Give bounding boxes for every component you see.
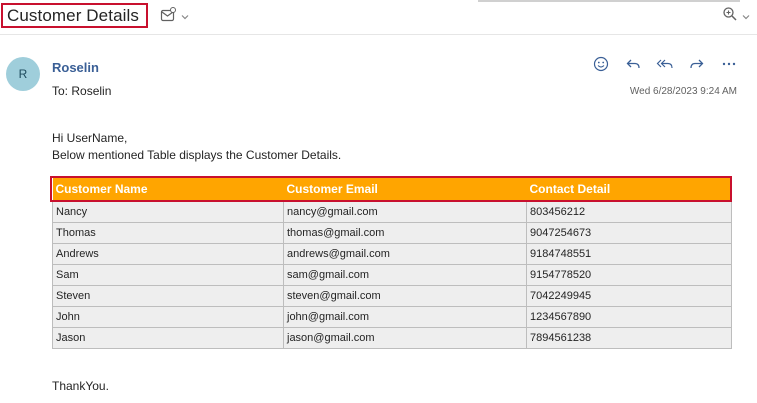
contact-detail-cell: 9154778520 — [526, 264, 732, 286]
header-divider — [0, 34, 757, 35]
chevron-down-icon[interactable] — [741, 9, 751, 27]
table-row: Thomas thomas@gmail.com 9047254673 — [52, 222, 732, 244]
column-header: Customer Name — [52, 177, 284, 202]
to-label: To: — [52, 84, 69, 98]
customer-name-cell: John — [52, 306, 284, 328]
contact-detail-cell: 7894561238 — [526, 327, 732, 349]
column-header: Customer Email — [283, 177, 527, 202]
customer-email-cell[interactable]: john@gmail.com — [283, 306, 527, 328]
table-row: Jason jason@gmail.com 7894561238 — [52, 327, 732, 349]
emoji-icon[interactable] — [590, 55, 612, 73]
table-row: Nancy nancy@gmail.com 803456212 — [52, 201, 732, 223]
more-icon[interactable] — [718, 55, 740, 73]
customer-table: Customer Name Customer Email Contact Det… — [52, 177, 732, 349]
customer-email-cell[interactable]: steven@gmail.com — [283, 285, 527, 307]
chevron-down-icon[interactable] — [180, 9, 190, 27]
email-subject: Customer Details — [7, 5, 139, 25]
customer-name-cell: Andrews — [52, 243, 284, 265]
customer-email-cell[interactable]: nancy@gmail.com — [283, 201, 527, 223]
table-row: Andrews andrews@gmail.com 9184748551 — [52, 243, 732, 265]
contact-detail-cell: 9184748551 — [526, 243, 732, 265]
email-body-intro: Hi UserName, Below mentioned Table displ… — [52, 130, 341, 164]
customer-email-cell[interactable]: sam@gmail.com — [283, 264, 527, 286]
table-row: Sam sam@gmail.com 9154778520 — [52, 264, 732, 286]
subject-highlight: Customer Details — [1, 3, 148, 28]
contact-detail-cell: 7042249945 — [526, 285, 732, 307]
intro-text: Below mentioned Table displays the Custo… — [52, 148, 342, 162]
reply-all-icon[interactable] — [654, 55, 676, 73]
customer-email-cell[interactable]: andrews@gmail.com — [283, 243, 527, 265]
customer-email-cell[interactable]: jason@gmail.com — [283, 327, 527, 349]
greeting: Hi UserName, — [52, 131, 128, 145]
sent-date: Wed 6/28/2023 9:24 AM — [629, 86, 737, 97]
top-scrollbar[interactable] — [478, 0, 740, 2]
recipient-line: To: Roselin — [52, 84, 111, 98]
contact-detail-cell: 9047254673 — [526, 222, 732, 244]
customer-name-cell: Nancy — [52, 201, 284, 223]
column-header: Contact Detail — [526, 177, 732, 202]
recipient-name[interactable]: Roselin — [71, 84, 111, 98]
sender-name[interactable]: Roselin — [52, 60, 99, 75]
closing-text: ThankYou. — [52, 379, 109, 393]
customer-name-cell: Steven — [52, 285, 284, 307]
customer-name-cell: Thomas — [52, 222, 284, 244]
customer-name-cell: Sam — [52, 264, 284, 286]
table-row: Steven steven@gmail.com 7042249945 — [52, 285, 732, 307]
forward-icon[interactable] — [686, 55, 708, 73]
customer-email-cell[interactable]: thomas@gmail.com — [283, 222, 527, 244]
table-row: John john@gmail.com 1234567890 — [52, 306, 732, 328]
reply-icon[interactable] — [622, 55, 644, 73]
mark-read-icon[interactable] — [160, 7, 176, 28]
message-actions — [590, 55, 740, 73]
customer-name-cell: Jason — [52, 327, 284, 349]
avatar[interactable]: R — [6, 57, 40, 91]
contact-detail-cell: 1234567890 — [526, 306, 732, 328]
zoom-icon[interactable] — [722, 6, 738, 27]
table-header-row: Customer Name Customer Email Contact Det… — [52, 177, 732, 202]
contact-detail-cell: 803456212 — [526, 201, 732, 223]
